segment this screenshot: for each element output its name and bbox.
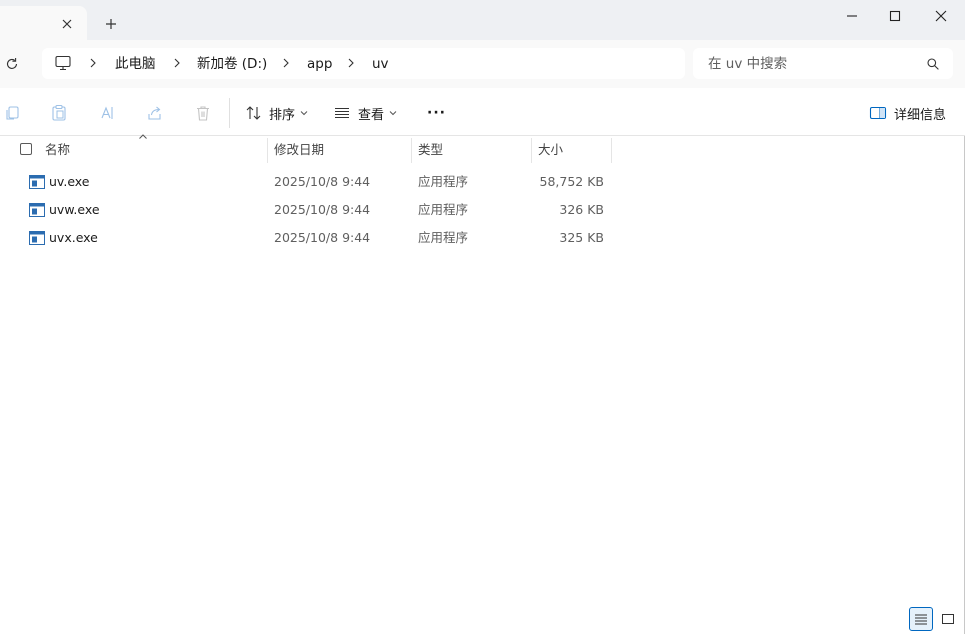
- maximize-icon: [889, 10, 901, 22]
- application-icon: [29, 203, 45, 217]
- share-icon[interactable]: [146, 104, 164, 122]
- file-row[interactable]: uvw.exe 2025/10/8 9:44 应用程序 326 KB: [0, 196, 965, 224]
- file-type: 应用程序: [418, 174, 469, 189]
- toolbar-separator: [229, 98, 230, 128]
- application-icon: [29, 175, 45, 189]
- view-button[interactable]: 查看: [333, 100, 404, 126]
- file-name: uv.exe: [49, 174, 90, 189]
- copy-icon[interactable]: [3, 104, 21, 122]
- file-type: 应用程序: [418, 230, 469, 245]
- title-bar: [0, 0, 965, 40]
- more-icon: ···: [427, 105, 446, 121]
- file-date: 2025/10/8 9:44: [274, 202, 371, 217]
- active-tab[interactable]: [0, 6, 87, 40]
- column-divider[interactable]: [267, 138, 268, 163]
- sort-button[interactable]: 排序: [245, 100, 315, 126]
- this-pc-icon[interactable]: [54, 55, 72, 71]
- file-explorer-window: 此电脑 新加卷 (D:) app uv 在 uv 中搜索 排序 查看 ··· 详…: [0, 0, 965, 634]
- close-window-button[interactable]: [918, 5, 964, 27]
- application-icon: [29, 231, 45, 245]
- column-divider[interactable]: [611, 138, 612, 163]
- column-header-name[interactable]: 名称: [45, 138, 70, 162]
- large-icons-view-button[interactable]: [936, 607, 960, 631]
- chevron-down-icon: [389, 111, 397, 116]
- view-icon: [335, 107, 349, 119]
- file-type: 应用程序: [418, 202, 469, 217]
- breadcrumb-drive-d[interactable]: 新加卷 (D:): [197, 56, 267, 72]
- column-header-size[interactable]: 大小: [538, 138, 563, 162]
- tiles-view-icon: [942, 614, 954, 624]
- details-label: 详细信息: [894, 107, 947, 123]
- file-size: 58,752 KB: [539, 174, 604, 189]
- more-options-button[interactable]: ···: [427, 100, 446, 126]
- search-icon[interactable]: [926, 57, 940, 71]
- file-date: 2025/10/8 9:44: [274, 174, 371, 189]
- search-placeholder[interactable]: 在 uv 中搜索: [708, 56, 787, 72]
- file-date: 2025/10/8 9:44: [274, 230, 371, 245]
- new-tab-button[interactable]: [102, 15, 120, 33]
- select-all-checkbox[interactable]: [20, 143, 32, 155]
- chevron-down-icon: [300, 111, 308, 116]
- file-size: 326 KB: [559, 202, 604, 217]
- chevron-right-icon[interactable]: [282, 57, 290, 69]
- delete-icon[interactable]: [194, 104, 212, 122]
- sort-icon: [246, 106, 261, 120]
- file-name: uvx.exe: [49, 230, 98, 245]
- details-view-button[interactable]: [909, 607, 933, 631]
- chevron-right-icon[interactable]: [89, 57, 97, 69]
- view-label: 查看: [358, 107, 385, 123]
- file-row[interactable]: uvx.exe 2025/10/8 9:44 应用程序 325 KB: [0, 224, 965, 252]
- breadcrumb-uv[interactable]: uv: [372, 56, 389, 72]
- details-pane-button[interactable]: 详细信息: [869, 100, 946, 126]
- file-row[interactable]: uv.exe 2025/10/8 9:44 应用程序 58,752 KB: [0, 168, 965, 196]
- chevron-right-icon[interactable]: [173, 57, 181, 69]
- details-pane-icon: [869, 106, 887, 120]
- file-name: uvw.exe: [49, 202, 100, 217]
- refresh-button[interactable]: [4, 56, 20, 72]
- plus-icon: [106, 19, 116, 29]
- minimize-icon: [847, 15, 857, 17]
- file-size: 325 KB: [559, 230, 604, 245]
- sort-label: 排序: [269, 107, 296, 123]
- command-bar: [0, 88, 965, 136]
- maximize-button[interactable]: [872, 5, 918, 27]
- details-view-icon: [915, 614, 927, 625]
- minimize-button[interactable]: [829, 5, 875, 27]
- breadcrumb-app[interactable]: app: [307, 56, 332, 72]
- column-header-type[interactable]: 类型: [418, 138, 443, 162]
- close-icon: [935, 10, 947, 22]
- column-divider[interactable]: [411, 138, 412, 163]
- paste-icon[interactable]: [50, 104, 68, 122]
- rename-icon[interactable]: [98, 104, 116, 122]
- sort-ascending-icon: [139, 134, 147, 139]
- breadcrumb-this-pc[interactable]: 此电脑: [115, 56, 156, 72]
- close-tab-icon[interactable]: [58, 15, 76, 33]
- refresh-icon: [6, 58, 18, 69]
- column-divider[interactable]: [531, 138, 532, 163]
- chevron-right-icon[interactable]: [347, 57, 355, 69]
- column-header-date[interactable]: 修改日期: [274, 138, 324, 162]
